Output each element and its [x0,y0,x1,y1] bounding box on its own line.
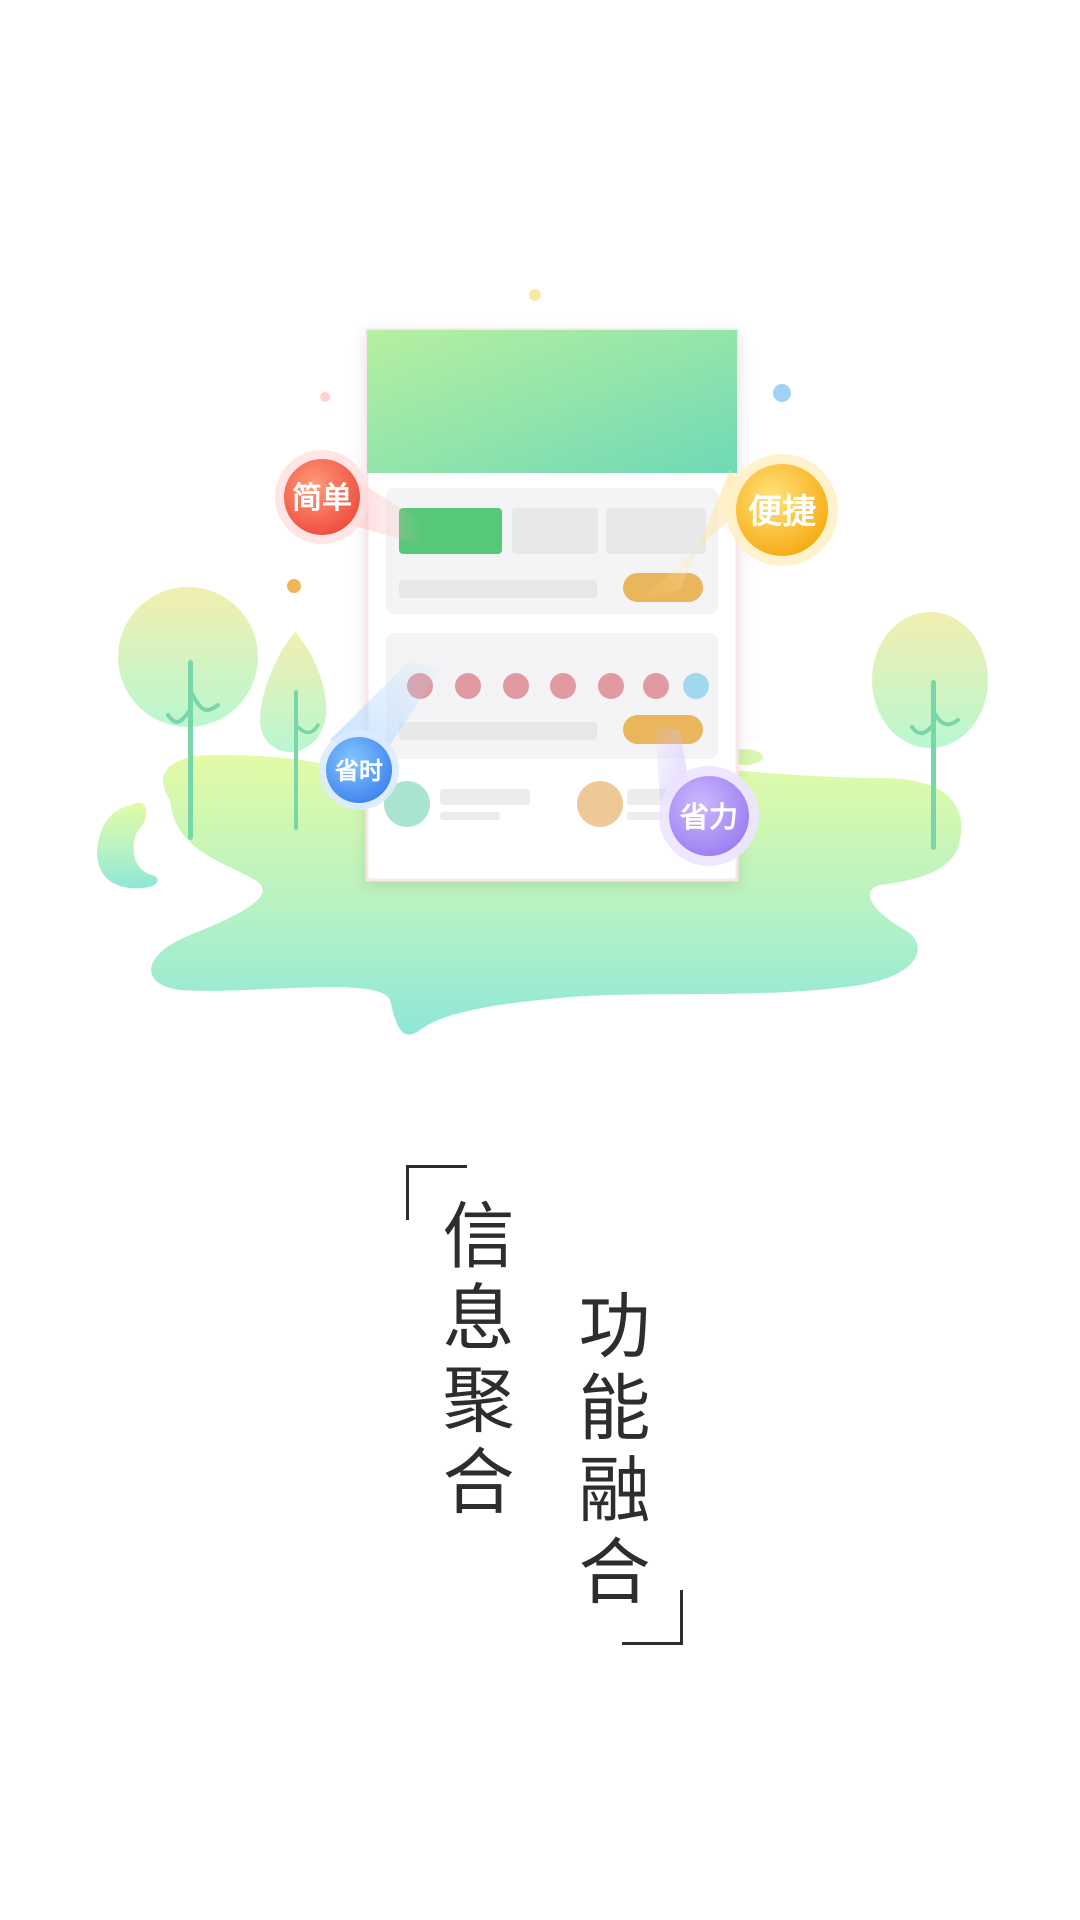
badge-save-time: 省时 [319,730,399,810]
slogan-line-1: 信息聚合 [430,1198,514,1526]
decor-dot-yellow [529,289,541,301]
badge-save-effort: 省力 [659,766,759,866]
badge-simple-label: 简单 [292,481,352,516]
decor-dot-pink [320,392,330,402]
slogan: 信息聚合 功能融合 [0,1120,1080,1680]
bracket-bottom-right [622,1590,683,1645]
ground-blob-small [97,802,158,889]
card-header-banner [367,330,737,473]
decor-dot-blue [773,384,791,402]
slogan-line-2: 功能融合 [566,1288,650,1616]
badge-convenient-label: 便捷 [748,492,816,532]
hero-illustration: 简单 便捷 省时 省力 [97,289,988,1035]
badge-convenient: 便捷 [726,454,838,566]
badge-save-effort-label: 省力 [680,800,738,834]
badge-simple: 简单 [275,450,369,544]
badge-save-time-label: 省时 [334,757,383,785]
splash-screen: 简单 便捷 省时 省力 信息聚合 功能融合 [0,0,1080,1920]
decor-dot-orange [287,579,301,593]
